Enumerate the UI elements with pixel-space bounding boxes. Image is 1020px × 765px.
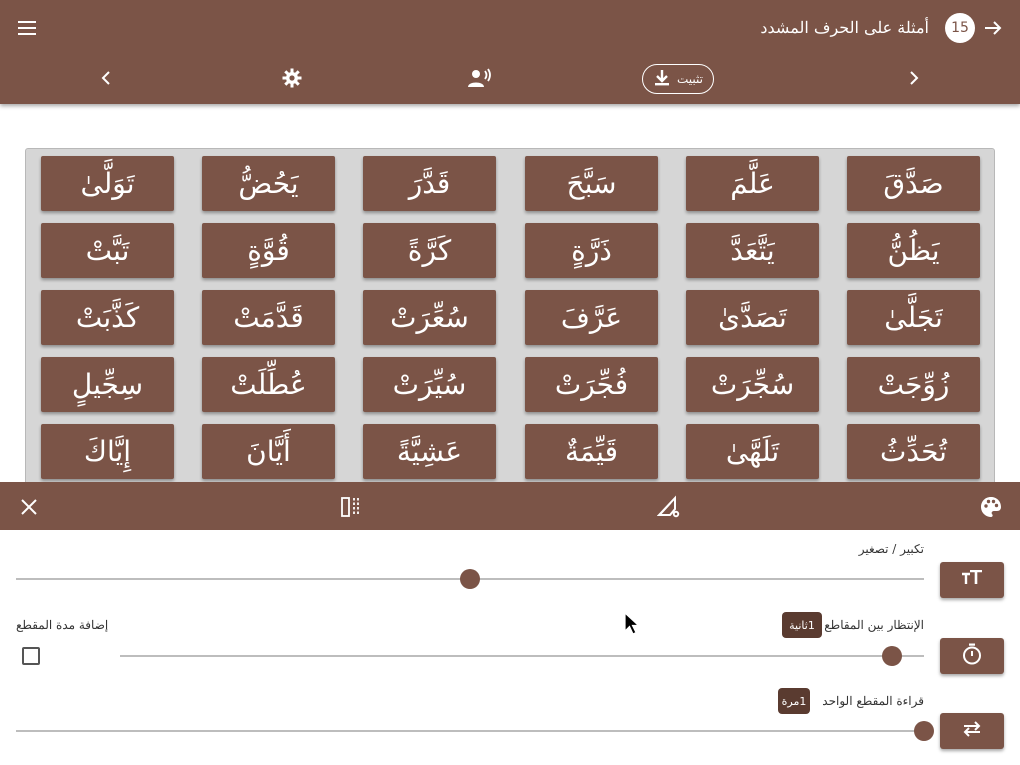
menu-icon[interactable]	[12, 14, 42, 42]
word-cell[interactable]: تَصَدَّىٰ	[686, 290, 819, 345]
word-cell[interactable]: سَبَّحَ	[525, 156, 658, 211]
settings-toolbar	[0, 482, 1020, 530]
word-cell[interactable]: كَذَّبَتْ	[41, 290, 174, 345]
repeat-button[interactable]	[940, 713, 1004, 749]
word-cell[interactable]: قَدَّمَتْ	[202, 290, 335, 345]
text-size-icon	[961, 569, 983, 590]
repeat-label: قراءة المقطع الواحد	[822, 694, 924, 708]
word-cell[interactable]: إِيَّاكَ	[41, 424, 174, 479]
word-cell[interactable]: قَدَّرَ	[363, 156, 496, 211]
add-duration-label: إضافة مدة المقطع	[16, 618, 109, 632]
pause-slider-track[interactable]	[120, 655, 924, 657]
download-icon	[653, 69, 671, 90]
word-cell[interactable]: تُحَدِّثُ	[847, 424, 980, 479]
word-cell[interactable]: عَلَّمَ	[686, 156, 819, 211]
chevron-left-icon[interactable]	[92, 64, 120, 92]
word-cell[interactable]: عَشِيَّةً	[363, 424, 496, 479]
pause-button[interactable]	[940, 638, 1004, 674]
split-view-icon[interactable]	[336, 492, 364, 522]
gear-icon[interactable]	[278, 64, 306, 92]
word-cell[interactable]: يَتَّعَدَّ	[686, 223, 819, 278]
word-cell[interactable]: تَوَلَّىٰ	[41, 156, 174, 211]
word-cell[interactable]: سُعِّرَتْ	[363, 290, 496, 345]
repeat-slider-track[interactable]	[16, 730, 924, 732]
word-cell[interactable]: تَجَلَّىٰ	[847, 290, 980, 345]
repeat-icon	[961, 719, 983, 743]
word-cell[interactable]: ذَرَّةٍ	[525, 223, 658, 278]
word-cell[interactable]: تَلَهَّىٰ	[686, 424, 819, 479]
shape-settings-icon[interactable]	[654, 492, 684, 522]
install-button[interactable]: تثبيت	[642, 64, 714, 94]
app-header: أمثلة على الحرف المشدد 15 تثبيت	[0, 0, 1020, 104]
pause-value-badge: 1ثانية	[782, 612, 822, 638]
word-cell[interactable]: تَبَّتْ	[41, 223, 174, 278]
close-icon[interactable]	[14, 492, 44, 522]
mouse-cursor-icon	[624, 611, 641, 640]
word-cell[interactable]: عُطِّلَتْ	[202, 357, 335, 412]
repeat-value-badge: 1مرة	[778, 688, 810, 714]
lesson-number-badge: 15	[945, 13, 975, 43]
install-label: تثبيت	[677, 72, 703, 86]
repeat-slider-thumb[interactable]	[914, 721, 934, 741]
timer-icon	[962, 643, 982, 669]
word-cell[interactable]: صَدَّقَ	[847, 156, 980, 211]
pause-label: الإنتظار بين المقاطع	[824, 618, 924, 632]
zoom-slider-thumb[interactable]	[460, 569, 480, 589]
pause-slider-thumb[interactable]	[881, 646, 902, 666]
chevron-right-icon[interactable]	[900, 64, 928, 92]
word-cell[interactable]: سُيِّرَتْ	[363, 357, 496, 412]
word-cell[interactable]: سُجِّرَتْ	[686, 357, 819, 412]
zoom-label: تكبير / تصغير	[858, 542, 924, 556]
word-cell[interactable]: قُوَّةٍ	[202, 223, 335, 278]
zoom-button[interactable]	[940, 562, 1004, 598]
words-grid: صَدَّقَ عَلَّمَ سَبَّحَ قَدَّرَ يَحُضُّ تَوَل…	[25, 148, 995, 488]
voice-icon[interactable]	[465, 64, 495, 92]
word-cell[interactable]: قَيِّمَةٌ	[525, 424, 658, 479]
word-cell[interactable]: زُوِّجَتْ	[847, 357, 980, 412]
word-cell[interactable]: أَيَّانَ	[202, 424, 335, 479]
word-cell[interactable]: فُجِّرَتْ	[525, 357, 658, 412]
page-title: أمثلة على الحرف المشدد	[760, 18, 929, 37]
add-duration-checkbox[interactable]	[22, 647, 40, 665]
arrow-forward-icon[interactable]	[978, 14, 1008, 42]
word-cell[interactable]: يَظُنُّ	[847, 223, 980, 278]
word-cell[interactable]: عَرَّفَ	[525, 290, 658, 345]
word-cell[interactable]: يَحُضُّ	[202, 156, 335, 211]
word-cell[interactable]: كَرَّةً	[363, 223, 496, 278]
palette-icon[interactable]	[976, 492, 1006, 522]
word-cell[interactable]: سِجِّيلٍ	[41, 357, 174, 412]
